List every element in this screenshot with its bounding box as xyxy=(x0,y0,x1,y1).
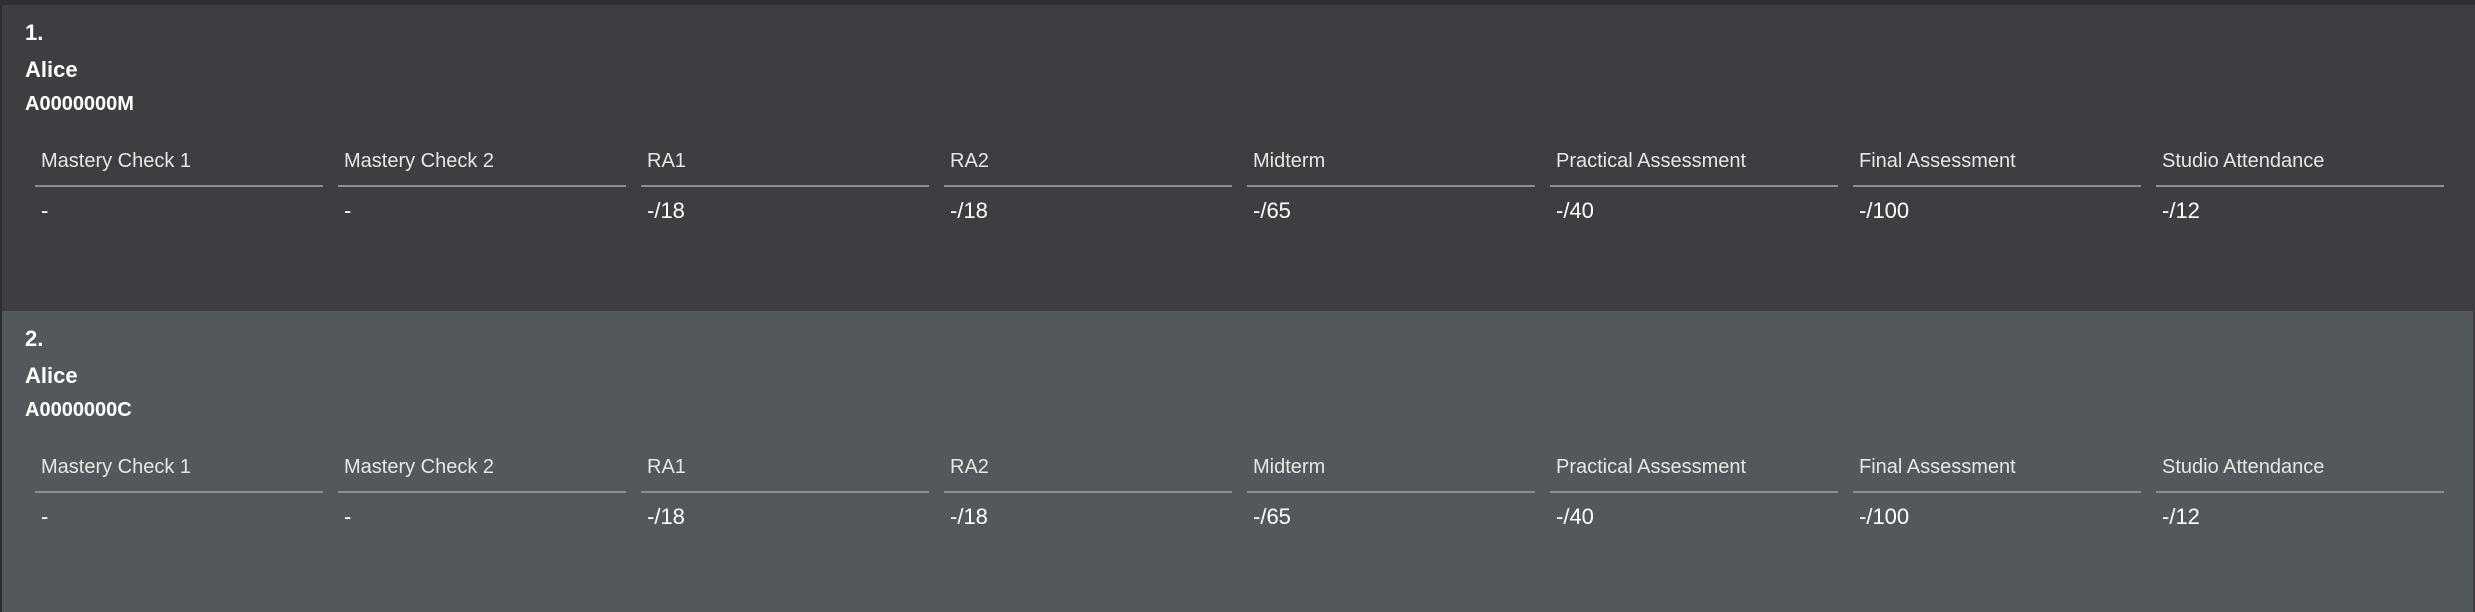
grade-value: - xyxy=(41,504,49,529)
grade-column-mastery-check-1: Mastery Check 1 - xyxy=(35,446,323,536)
header-divider xyxy=(2156,185,2444,187)
header-divider xyxy=(2156,491,2444,493)
grade-header: Mastery Check 1 xyxy=(41,456,192,478)
student-card[interactable]: 1. Alice A0000000M Mastery Check 1 - Mas… xyxy=(0,5,2473,311)
header-divider xyxy=(338,491,626,493)
grade-value: -/12 xyxy=(2162,198,2200,223)
header-divider xyxy=(1247,185,1535,187)
grade-column-mastery-check-2: Mastery Check 2 - xyxy=(338,140,626,230)
grade-header: Midterm xyxy=(1253,456,1326,478)
grade-header: Mastery Check 1 xyxy=(41,150,192,172)
grade-header: Mastery Check 2 xyxy=(344,150,495,172)
grade-value: -/18 xyxy=(950,504,988,529)
grade-header: RA1 xyxy=(647,456,686,478)
grade-column-midterm: Midterm -/65 xyxy=(1247,140,1535,230)
grade-column-practical-assessment: Practical Assessment -/40 xyxy=(1550,140,1838,230)
grade-header: Practical Assessment xyxy=(1556,150,1747,172)
student-index: 2. xyxy=(25,326,44,351)
header-divider xyxy=(1853,185,2141,187)
grade-header: Final Assessment xyxy=(1859,456,2016,478)
grade-header: RA2 xyxy=(950,456,989,478)
grades-table: Mastery Check 1 - Mastery Check 2 - RA1 … xyxy=(35,446,2445,536)
grade-column-ra2: RA2 -/18 xyxy=(944,446,1232,536)
header-divider xyxy=(944,185,1232,187)
grade-header: RA1 xyxy=(647,150,686,172)
grade-column-practical-assessment: Practical Assessment -/40 xyxy=(1550,446,1838,536)
student-id: A0000000M xyxy=(25,93,134,115)
header-divider xyxy=(1550,491,1838,493)
grade-column-midterm: Midterm -/65 xyxy=(1247,446,1535,536)
grade-header: Final Assessment xyxy=(1859,150,2016,172)
grade-header: Midterm xyxy=(1253,150,1326,172)
student-name: Alice xyxy=(25,363,78,388)
student-list: 1. Alice A0000000M Mastery Check 1 - Mas… xyxy=(0,0,2475,612)
grade-column-final-assessment: Final Assessment -/100 xyxy=(1853,140,2141,230)
grade-column-ra1: RA1 -/18 xyxy=(641,140,929,230)
grade-value: -/100 xyxy=(1859,504,1910,529)
header-divider xyxy=(641,185,929,187)
grade-value: - xyxy=(41,198,49,223)
header-divider xyxy=(35,491,323,493)
grade-column-mastery-check-1: Mastery Check 1 - xyxy=(35,140,323,230)
grade-value: -/65 xyxy=(1253,504,1291,529)
grade-value: -/100 xyxy=(1859,198,1910,223)
grade-value: -/18 xyxy=(647,198,685,223)
grade-header: Mastery Check 2 xyxy=(344,456,495,478)
student-index: 1. xyxy=(25,20,44,45)
student-name: Alice xyxy=(25,57,78,82)
header-divider xyxy=(1853,491,2141,493)
grade-value: -/65 xyxy=(1253,198,1291,223)
grade-header: Studio Attendance xyxy=(2162,150,2325,172)
grade-value: - xyxy=(344,504,352,529)
grade-value: -/40 xyxy=(1556,504,1594,529)
grade-value: -/40 xyxy=(1556,198,1594,223)
grade-header: Studio Attendance xyxy=(2162,456,2325,478)
grade-header: Practical Assessment xyxy=(1556,456,1747,478)
header-divider xyxy=(35,185,323,187)
student-card-selected[interactable]: 2. Alice A0000000C Mastery Check 1 - Mas… xyxy=(0,311,2473,612)
header-divider xyxy=(338,185,626,187)
grade-value: -/12 xyxy=(2162,504,2200,529)
grades-table: Mastery Check 1 - Mastery Check 2 - RA1 … xyxy=(35,140,2445,230)
grade-value: -/18 xyxy=(647,504,685,529)
grade-column-final-assessment: Final Assessment -/100 xyxy=(1853,446,2141,536)
student-id: A0000000C xyxy=(25,399,132,421)
header-divider xyxy=(1247,491,1535,493)
header-divider xyxy=(944,491,1232,493)
grade-value: -/18 xyxy=(950,198,988,223)
grade-column-studio-attendance: Studio Attendance -/12 xyxy=(2156,140,2444,230)
grade-column-studio-attendance: Studio Attendance -/12 xyxy=(2156,446,2444,536)
grade-header: RA2 xyxy=(950,150,989,172)
grade-column-ra2: RA2 -/18 xyxy=(944,140,1232,230)
grade-value: - xyxy=(344,198,352,223)
grade-column-ra1: RA1 -/18 xyxy=(641,446,929,536)
grade-column-mastery-check-2: Mastery Check 2 - xyxy=(338,446,626,536)
header-divider xyxy=(641,491,929,493)
header-divider xyxy=(1550,185,1838,187)
